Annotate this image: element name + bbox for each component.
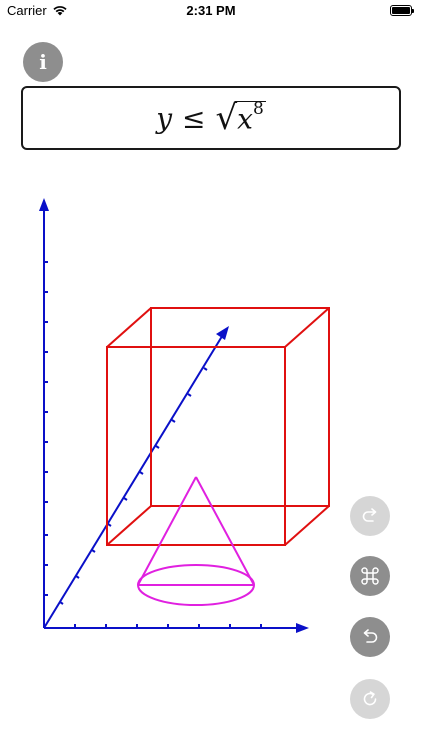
z-axis-arrow	[216, 326, 229, 340]
undo-button[interactable]	[350, 617, 390, 657]
views-button[interactable]	[350, 556, 390, 596]
redo-button[interactable]	[350, 496, 390, 536]
redo-icon	[362, 508, 377, 522]
z-axis-ticks	[59, 367, 208, 605]
y-axis-arrow	[39, 198, 49, 211]
cone	[137, 476, 255, 606]
axes	[39, 198, 309, 633]
refresh-icon	[363, 691, 377, 706]
command-icon	[361, 567, 379, 585]
cube-front-face	[106, 346, 286, 546]
undo-icon	[363, 629, 378, 643]
x-axis-arrow	[296, 623, 309, 633]
reset-button[interactable]	[350, 679, 390, 719]
